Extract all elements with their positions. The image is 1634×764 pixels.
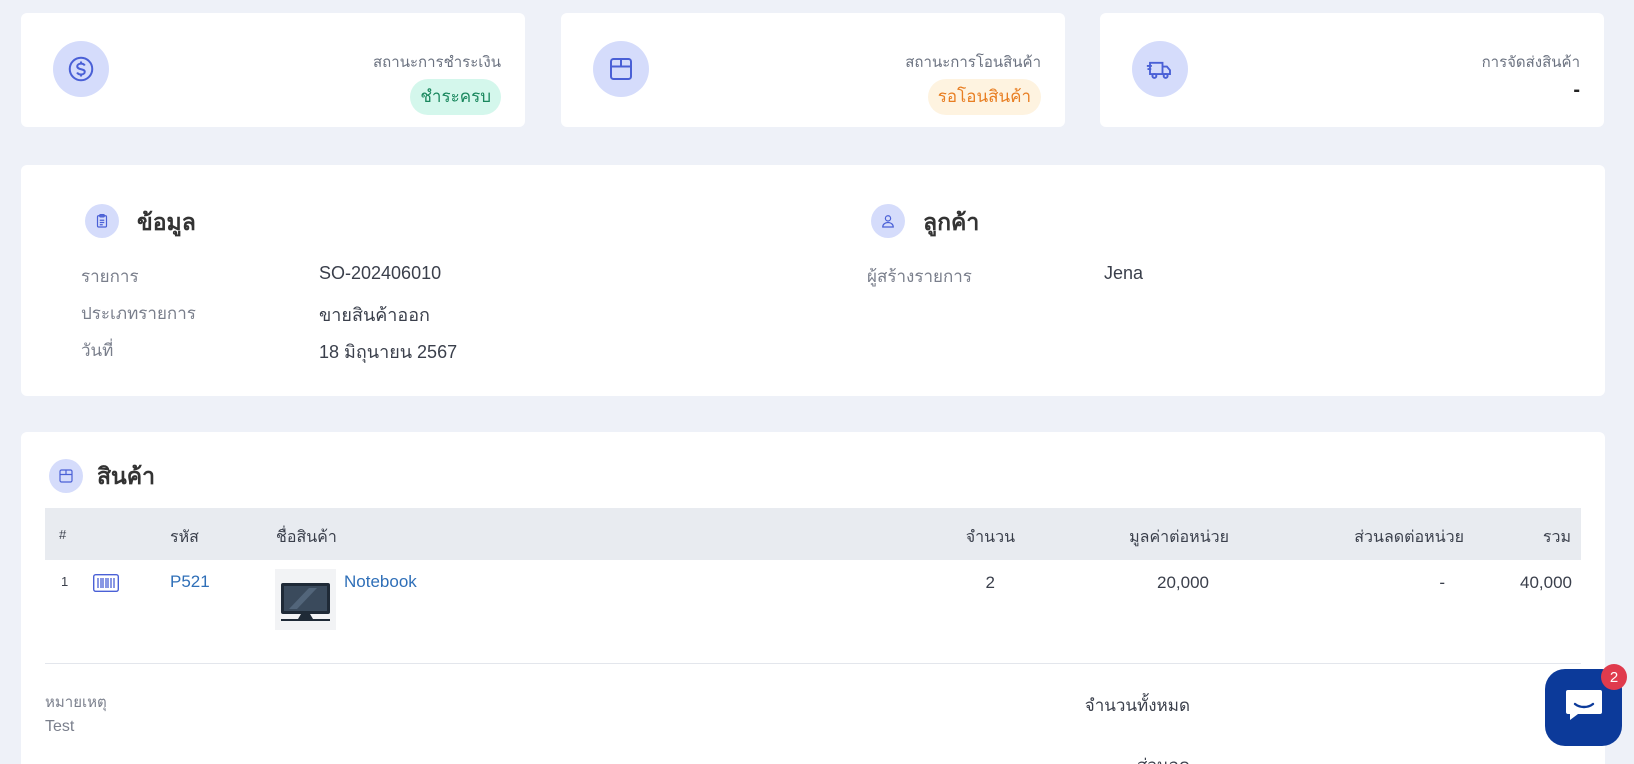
th-index: # <box>59 527 67 542</box>
info-label-type: ประเภทรายการ <box>81 304 196 323</box>
row-qty: 2 <box>985 573 995 592</box>
customer-section-title: ลูกค้า <box>923 209 980 235</box>
shipping-status-label: การจัดส่งสินค้า <box>1481 54 1580 71</box>
discount-label: ส่วนลด <box>1137 752 1190 764</box>
row-code-link[interactable]: P521 <box>170 572 210 592</box>
product-card: สินค้า # รหัส ชื่อสินค้า จำนวน มูลค่าต่อ… <box>21 432 1605 764</box>
row-total: 40,000 <box>1520 573 1572 592</box>
chat-notification-badge: 2 <box>1601 664 1627 690</box>
total-qty-label: จำนวนทั้งหมด <box>1084 696 1190 715</box>
th-name: ชื่อสินค้า <box>276 529 337 546</box>
user-icon <box>871 204 905 238</box>
note-label: หมายเหตุ <box>45 694 107 711</box>
th-code: รหัส <box>170 529 199 546</box>
transfer-status-card: สถานะการโอนสินค้า รอโอนสินค้า <box>561 13 1065 127</box>
row-index: 1 <box>61 574 69 589</box>
transfer-status-badge: รอโอนสินค้า <box>927 79 1041 115</box>
chat-bubble-icon <box>1564 688 1604 727</box>
product-thumbnail <box>275 569 336 630</box>
product-table-header: # รหัส ชื่อสินค้า จำนวน มูลค่าต่อหน่วย ส… <box>45 508 1581 560</box>
table-divider <box>45 663 1581 664</box>
th-total: รวม <box>1542 529 1571 546</box>
box-icon <box>593 41 649 97</box>
note-value: Test <box>45 718 75 735</box>
shipping-status-value: - <box>1573 79 1580 101</box>
info-label-date: วันที่ <box>81 341 114 360</box>
info-section-title: ข้อมูล <box>137 209 196 235</box>
customer-label-creator: ผู้สร้างรายการ <box>867 267 972 286</box>
info-label-document: รายการ <box>81 267 139 286</box>
info-card: ข้อมูล รายการ SO-202406010 ประเภทรายการ … <box>21 165 1605 396</box>
box-icon <box>49 459 83 493</box>
payment-status-card: สถานะการชำระเงิน ชำระครบ <box>21 13 525 127</box>
th-qty: จำนวน <box>965 529 1015 546</box>
row-discount: - <box>1439 573 1445 592</box>
row-name-link[interactable]: Notebook <box>344 572 417 592</box>
payment-status-label: สถานะการชำระเงิน <box>373 54 501 71</box>
row-unit-price: 20,000 <box>1157 573 1209 592</box>
info-value-type: ขายสินค้าออก <box>319 305 430 325</box>
customer-value-creator: Jena <box>1104 263 1144 283</box>
th-discount: ส่วนลดต่อหน่วย <box>1354 529 1464 546</box>
products-section-title: สินค้า <box>97 463 156 489</box>
payment-status-badge: ชำระครบ <box>410 79 501 115</box>
clipboard-icon <box>85 204 119 238</box>
barcode-icon[interactable] <box>92 573 120 597</box>
info-value-document: SO-202406010 <box>319 263 442 283</box>
shipping-status-card: การจัดส่งสินค้า - <box>1100 13 1604 127</box>
transfer-status-label: สถานะการโอนสินค้า <box>905 54 1041 71</box>
info-value-date: 18 มิถุนายน 2567 <box>319 342 458 362</box>
delivery-truck-icon <box>1132 41 1188 97</box>
th-unit-price: มูลค่าต่อหน่วย <box>1129 529 1229 546</box>
dollar-circle-icon <box>53 41 109 97</box>
